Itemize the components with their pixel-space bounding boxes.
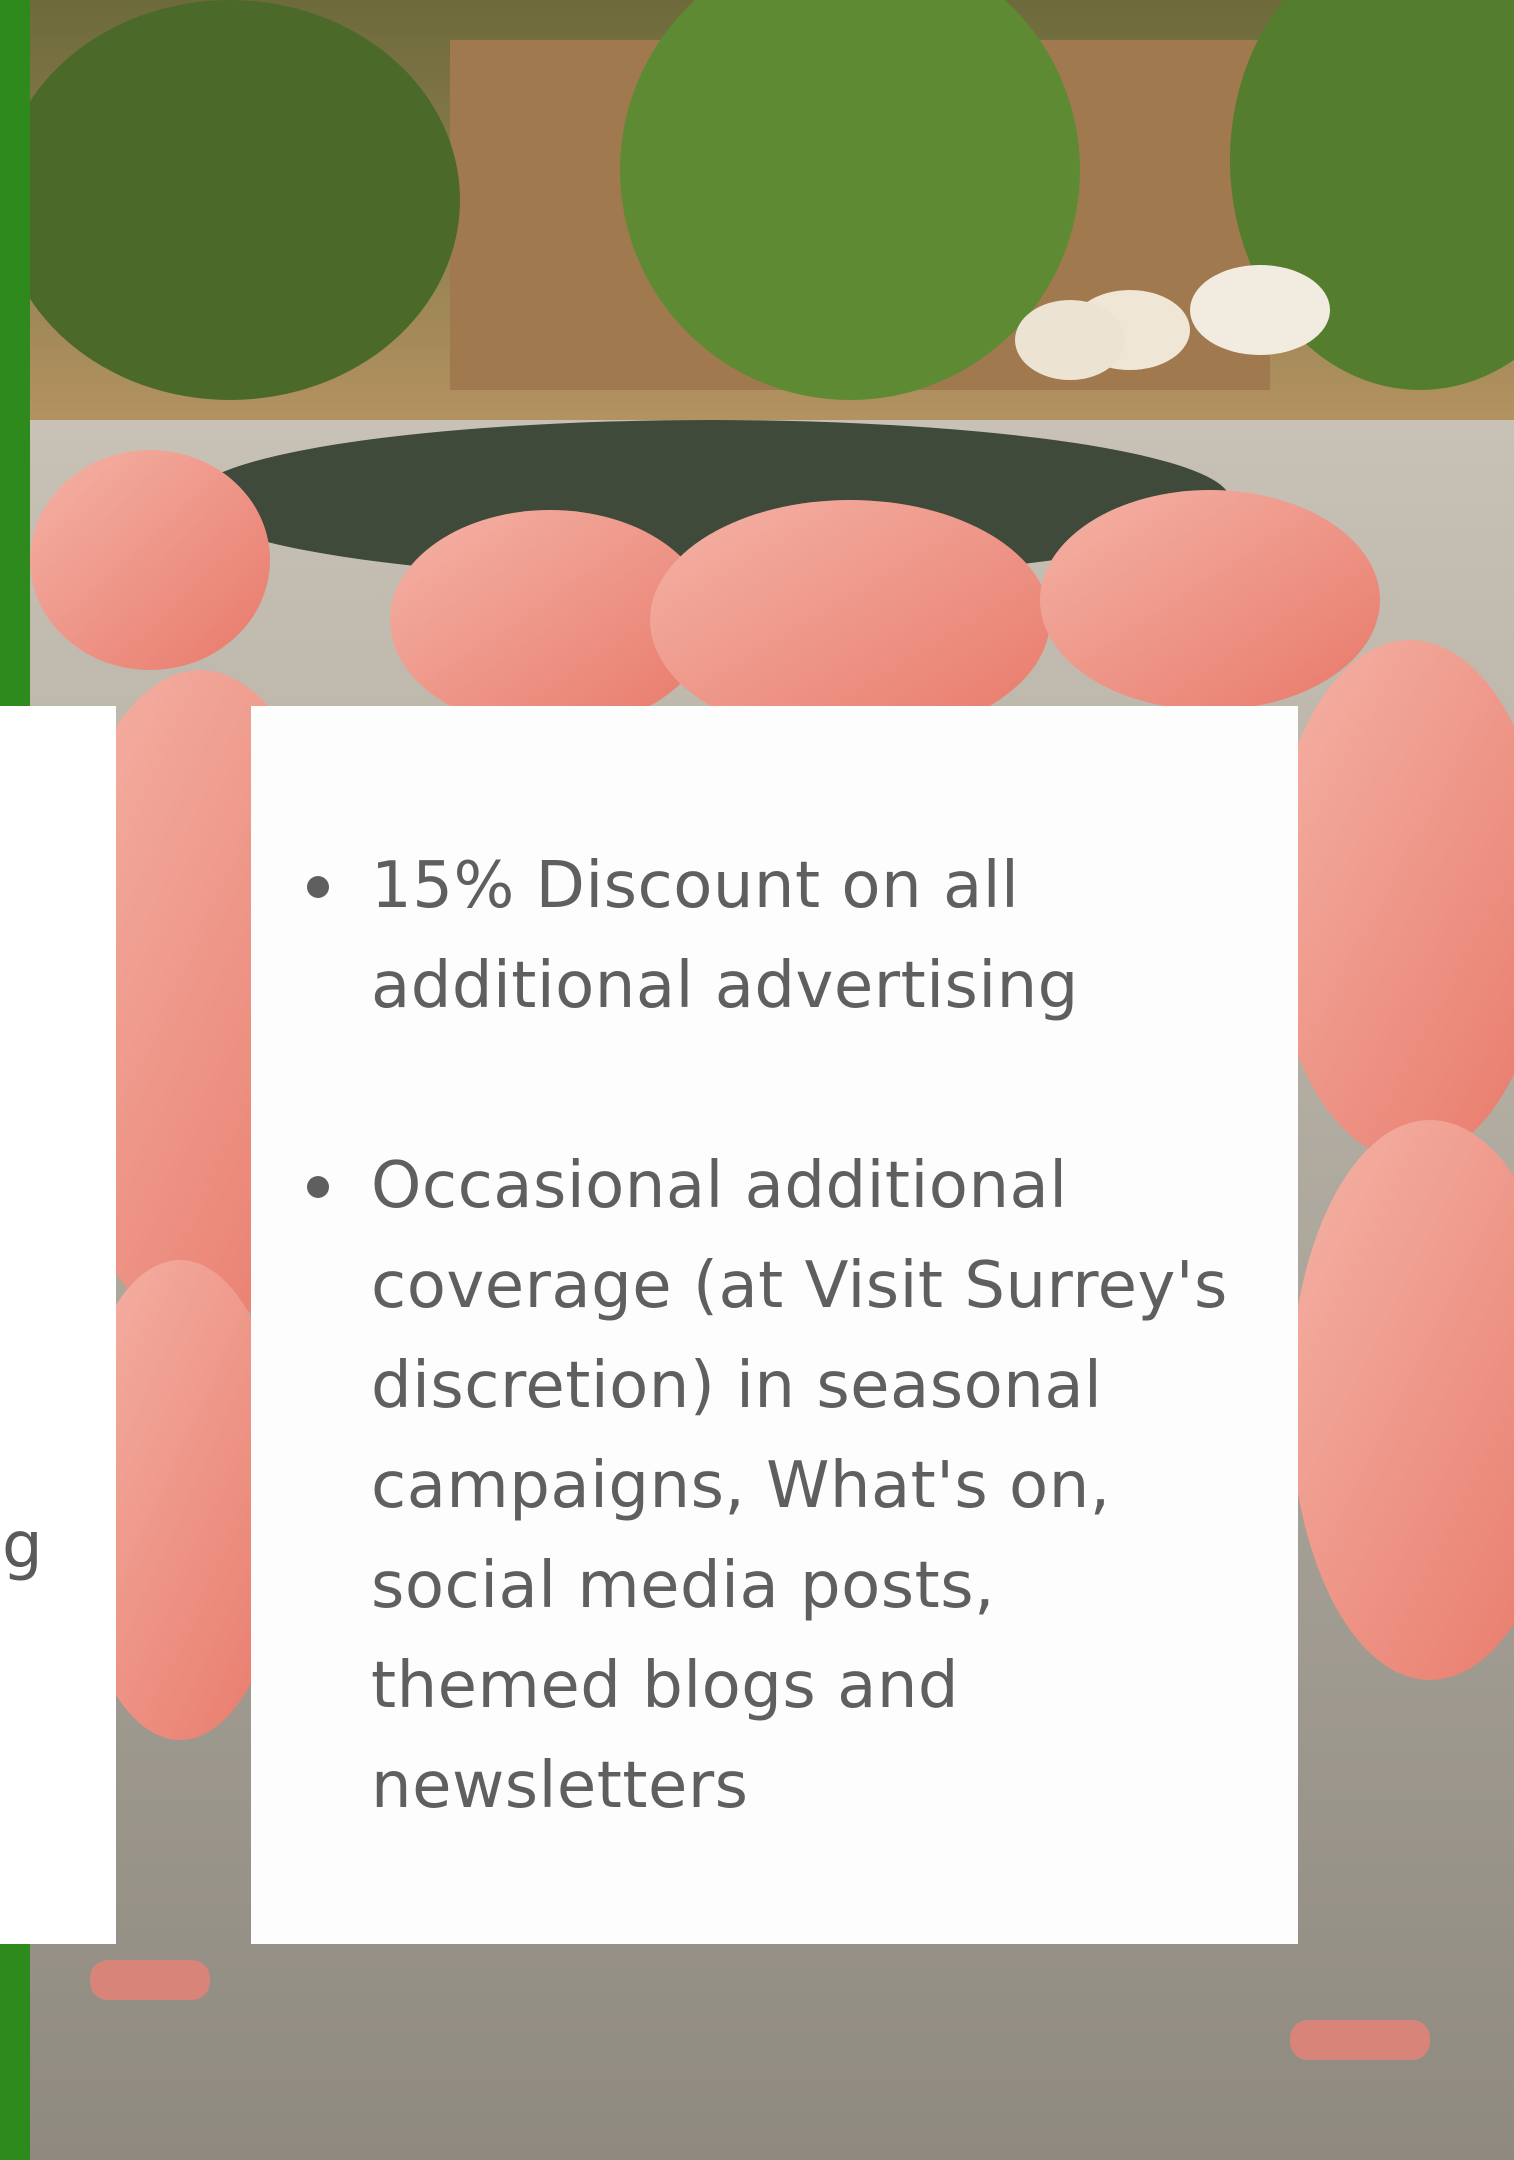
benefits-list: 15% Discount on all additional advertisi… xyxy=(307,836,1258,1836)
bullet-icon xyxy=(307,1176,329,1198)
left-info-card: g xyxy=(0,706,116,1944)
benefit-text: Occasional additional coverage (at Visit… xyxy=(371,1149,1228,1823)
list-item: 15% Discount on all additional advertisi… xyxy=(307,836,1258,1036)
list-item: Occasional additional coverage (at Visit… xyxy=(307,1136,1258,1836)
bullet-icon xyxy=(307,876,329,898)
benefits-card: 15% Discount on all additional advertisi… xyxy=(251,706,1298,1944)
left-card-text-fragment: g xyxy=(2,1509,43,1583)
benefit-text: 15% Discount on all additional advertisi… xyxy=(371,849,1079,1023)
